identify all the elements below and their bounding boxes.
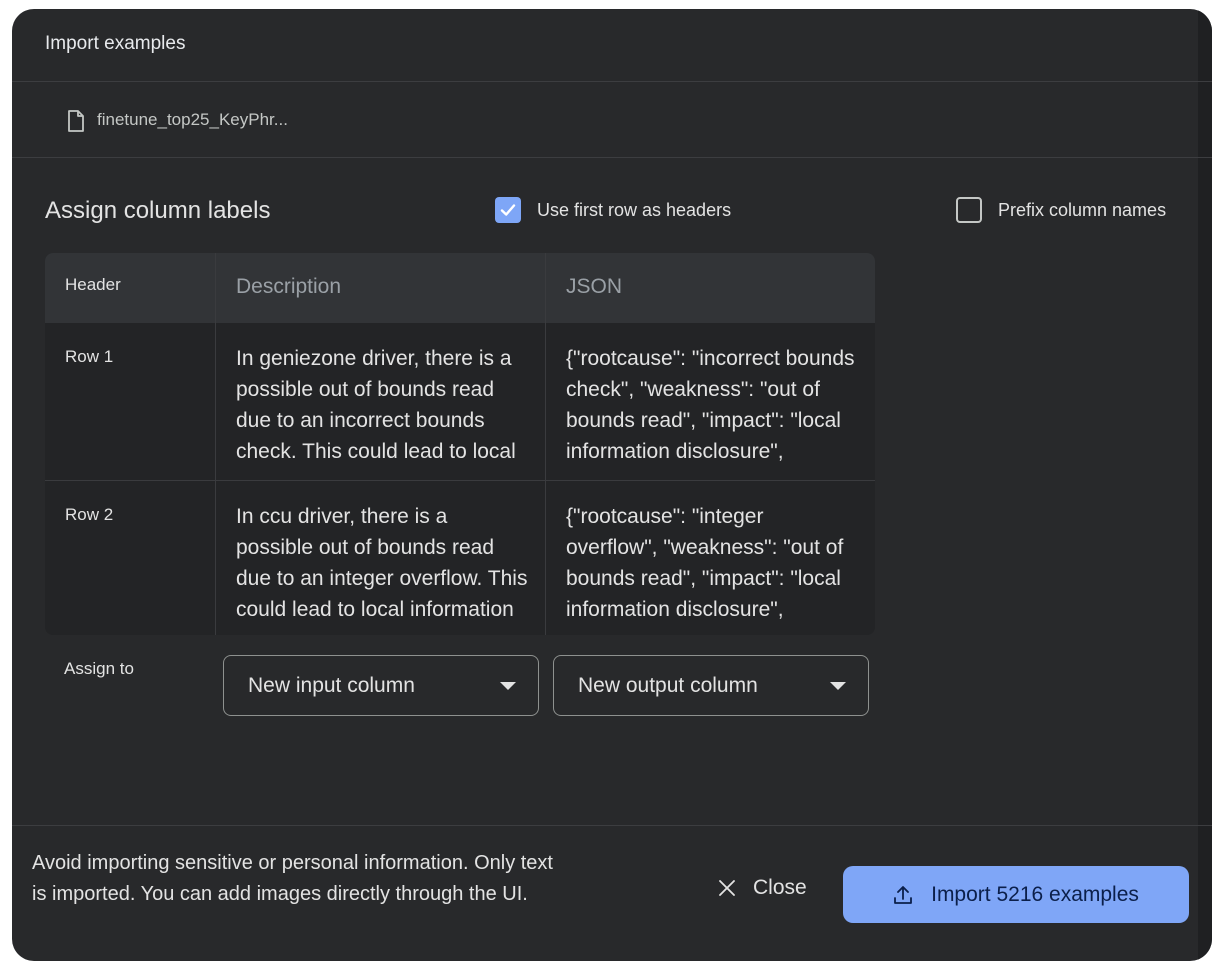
use-first-row-label: Use first row as headers xyxy=(537,199,732,220)
use-first-row-checkbox[interactable]: Use first row as headers xyxy=(495,197,731,223)
row-label: Row 2 xyxy=(65,505,114,524)
import-label: Import 5216 examples xyxy=(931,882,1139,906)
import-button[interactable]: Import 5216 examples xyxy=(843,866,1189,923)
file-row: finetune_top25_KeyPhr... xyxy=(12,82,1212,158)
preview-table: Header Description JSON Row 1 In geniezo… xyxy=(45,253,875,635)
chevron-down-icon xyxy=(500,682,516,690)
close-button[interactable]: Close xyxy=(717,876,807,900)
output-column-select[interactable]: New output column xyxy=(553,655,869,716)
table-header-cell: Description xyxy=(216,253,545,323)
column-header-label: Header xyxy=(65,275,121,294)
input-column-select[interactable]: New input column xyxy=(223,655,539,716)
close-label: Close xyxy=(753,876,807,899)
row-json: {"rootcause": "integer overflow", "weakn… xyxy=(566,505,844,621)
check-icon xyxy=(500,204,516,216)
dialog-title: Import examples xyxy=(45,33,186,54)
import-dialog: Import examples finetune_top25_KeyPhr...… xyxy=(12,9,1212,961)
table-header-cell: Header xyxy=(45,253,215,323)
column-description-label: Description xyxy=(236,275,342,298)
prefix-column-names-checkbox[interactable]: Prefix column names xyxy=(956,197,1166,223)
row-description: In ccu driver, there is a possible out o… xyxy=(236,505,528,621)
table-row: Row 1 In geniezone driver, there is a po… xyxy=(45,323,875,480)
prefix-column-names-label: Prefix column names xyxy=(998,199,1167,220)
dialog-footer: Avoid importing sensitive or personal in… xyxy=(12,825,1212,961)
column-json-label: JSON xyxy=(566,275,623,298)
file-name: finetune_top25_KeyPhr... xyxy=(97,110,288,129)
file-icon xyxy=(68,110,84,132)
table-header-cell: JSON xyxy=(546,253,875,323)
output-column-value: New output column xyxy=(578,674,758,697)
close-icon xyxy=(719,880,735,896)
checkbox-box[interactable] xyxy=(956,197,982,223)
checkbox-box[interactable] xyxy=(495,197,521,223)
privacy-note: Avoid importing sensitive or personal in… xyxy=(32,852,553,905)
chevron-down-icon xyxy=(830,682,846,690)
input-column-value: New input column xyxy=(248,674,415,697)
row-json: {"rootcause": "incorrect bounds check", … xyxy=(566,347,855,463)
row-label: Row 1 xyxy=(65,347,114,366)
row-description: In geniezone driver, there is a possible… xyxy=(236,347,516,463)
upload-icon xyxy=(894,885,913,904)
dialog-header: Import examples xyxy=(12,9,1212,82)
assign-to-label: Assign to xyxy=(64,659,134,678)
section-title: Assign column labels xyxy=(45,197,271,224)
table-row: Row 2 In ccu driver, there is a possible… xyxy=(45,481,875,635)
